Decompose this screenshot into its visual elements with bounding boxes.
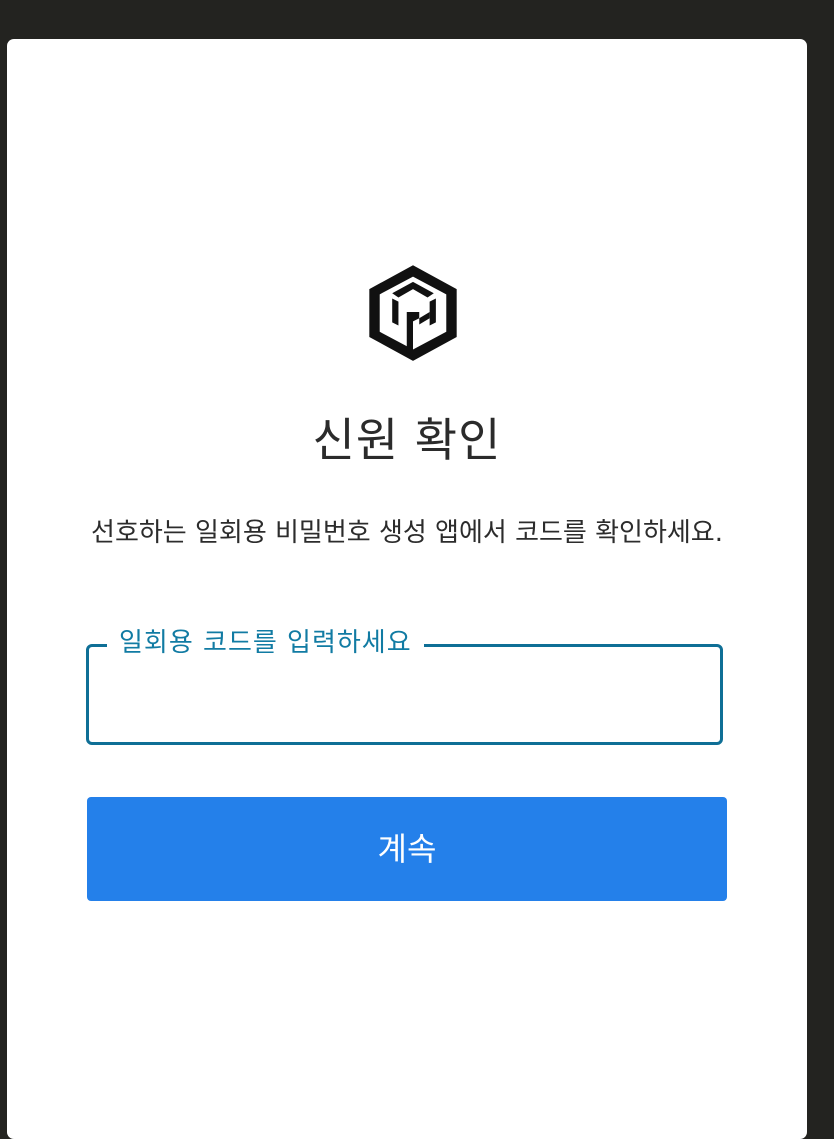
instruction-text: 선호하는 일회용 비밀번호 생성 앱에서 코드를 확인하세요. [91, 518, 723, 548]
otp-code-label: 일회용 코드를 입력하세요 [107, 623, 424, 663]
page-title: 신원 확인 [312, 413, 502, 467]
cube-logo-icon [361, 260, 465, 364]
otp-code-input[interactable] [105, 669, 709, 723]
otp-code-field[interactable]: 일회용 코드를 입력하세요 [86, 623, 723, 745]
verification-card: 신원 확인 선호하는 일회용 비밀번호 생성 앱에서 코드를 확인하세요. 일회… [7, 39, 807, 1139]
continue-button[interactable]: 계속 [87, 797, 727, 901]
